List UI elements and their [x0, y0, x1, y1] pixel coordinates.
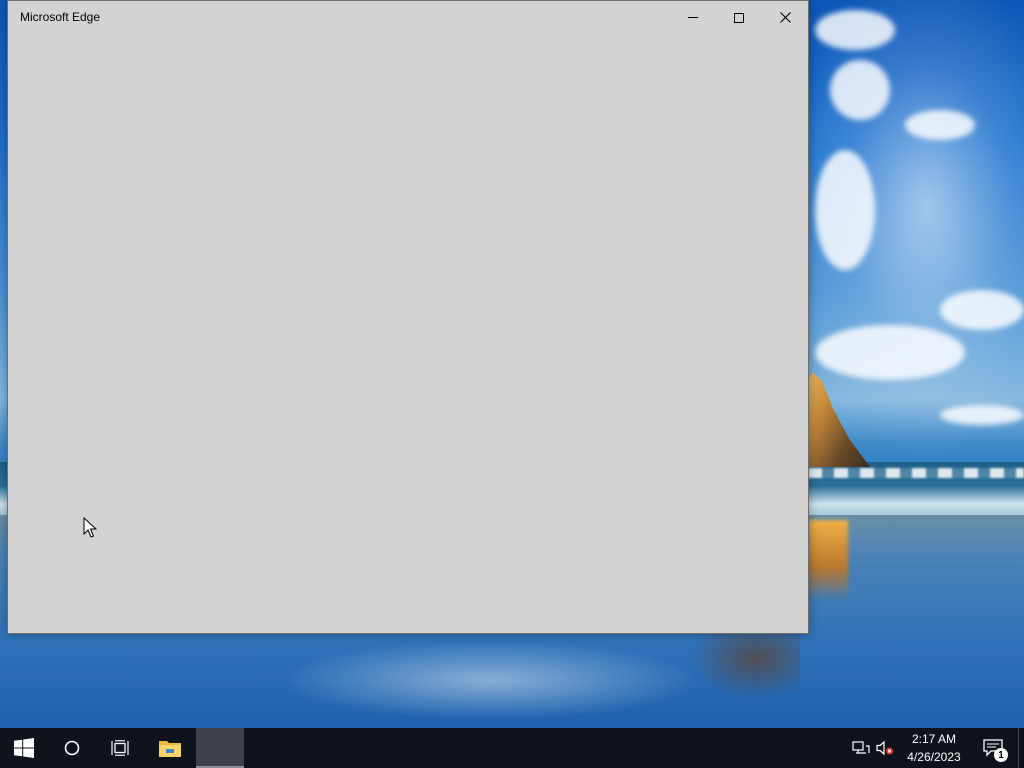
wallpaper-cloud — [830, 60, 890, 120]
wallpaper-cloud — [815, 325, 965, 380]
mouse-cursor-icon — [83, 517, 97, 538]
search-button[interactable] — [48, 728, 96, 768]
clock-time: 2:17 AM — [911, 732, 957, 746]
minimize-icon — [688, 17, 698, 18]
file-explorer-button[interactable] — [147, 728, 193, 768]
system-clock[interactable]: 2:17 AM 4/26/2023 — [898, 728, 970, 768]
network-tray-button[interactable] — [850, 728, 872, 768]
wallpaper-waves — [808, 468, 1024, 478]
window-title: Microsoft Edge — [20, 10, 101, 24]
action-center-button[interactable]: 1 — [978, 728, 1008, 768]
start-button[interactable] — [0, 728, 48, 768]
wallpaper-rock-reflection — [808, 520, 848, 600]
window-content-area[interactable] — [8, 34, 808, 633]
volume-tray-button[interactable] — [874, 728, 896, 768]
wallpaper-cloud — [815, 10, 895, 50]
windows-logo-icon — [14, 738, 34, 758]
minimize-button[interactable] — [670, 1, 716, 34]
wallpaper-cloud — [940, 405, 1024, 425]
volume-muted-icon — [876, 740, 893, 756]
wallpaper-shadow-reflection — [690, 630, 800, 700]
network-disconnected-icon — [852, 741, 870, 754]
cortana-circle-icon — [64, 740, 80, 756]
maximize-icon — [734, 12, 744, 23]
maximize-button[interactable] — [716, 1, 762, 34]
clock-date: 4/26/2023 — [907, 750, 961, 764]
edge-window[interactable]: Microsoft Edge — [7, 0, 809, 634]
wallpaper-cloud — [940, 290, 1024, 330]
edge-taskbar-button[interactable] — [196, 728, 244, 768]
task-view-icon — [111, 740, 129, 756]
notification-count-badge: 1 — [994, 748, 1008, 762]
close-icon — [779, 12, 791, 23]
wallpaper-cloud — [815, 150, 875, 270]
taskbar: 2:17 AM 4/26/2023 1 — [0, 728, 1024, 768]
title-bar[interactable]: Microsoft Edge — [8, 1, 808, 34]
wallpaper-cloud — [905, 110, 975, 140]
task-view-button[interactable] — [96, 728, 144, 768]
show-desktop-button[interactable] — [1018, 728, 1024, 768]
close-button[interactable] — [762, 1, 808, 34]
folder-icon — [159, 741, 181, 757]
wallpaper-cloud-reflection — [280, 640, 700, 720]
